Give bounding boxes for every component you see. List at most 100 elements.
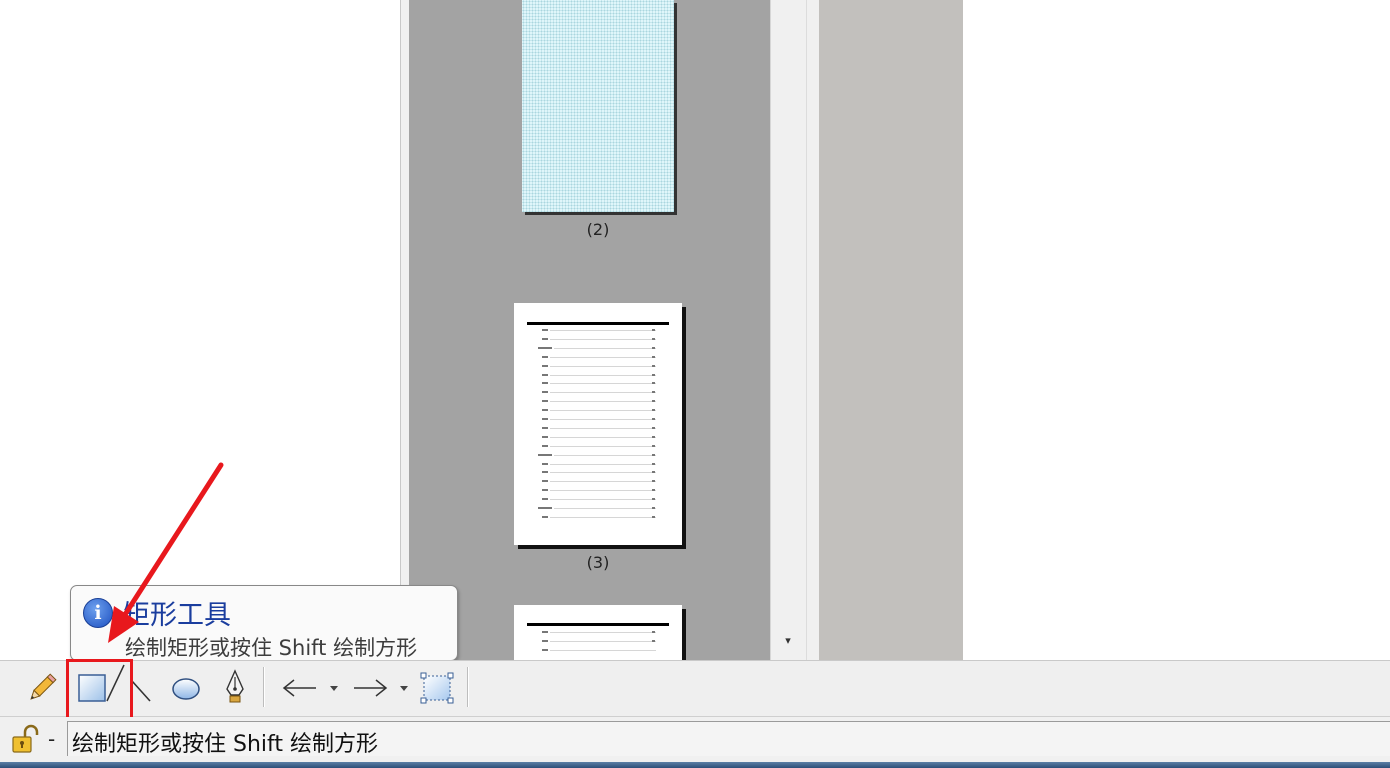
toc-leader bbox=[554, 348, 656, 349]
toc-page-number bbox=[652, 400, 655, 402]
selection-tool-button[interactable] bbox=[418, 661, 458, 713]
page-thumbnail-label: (2) bbox=[586, 220, 610, 239]
rectangle-tool-highlight bbox=[66, 659, 133, 721]
ellipse-tool-button[interactable] bbox=[168, 661, 204, 713]
tooltip-description: 绘制矩形或按住 Shift 绘制方形 bbox=[125, 636, 418, 660]
toc-entry bbox=[542, 329, 548, 331]
status-bar: - 绘制矩形或按住 Shift 绘制方形 bbox=[0, 717, 1390, 762]
toc-entry bbox=[542, 649, 548, 651]
toc-entry bbox=[542, 640, 548, 642]
chevron-down-icon bbox=[400, 686, 408, 691]
page-thumbnail-3[interactable] bbox=[514, 303, 682, 545]
toc-entry bbox=[538, 507, 552, 509]
scroll-down-arrow-icon[interactable]: ▾ bbox=[782, 635, 794, 646]
toc-entry bbox=[542, 374, 548, 376]
toc-leader bbox=[550, 330, 656, 331]
tooltip-title: 矩形工具 bbox=[123, 600, 231, 631]
vertical-scrollbar[interactable] bbox=[770, 0, 807, 660]
lock-open-icon[interactable] bbox=[10, 723, 40, 755]
toc-page-number bbox=[652, 418, 655, 420]
toolbar-separator bbox=[467, 667, 469, 707]
toc-leader bbox=[550, 490, 656, 491]
toc-leader bbox=[550, 472, 656, 473]
toc-page-number bbox=[652, 347, 655, 349]
info-icon: i bbox=[83, 598, 113, 628]
toc-entry bbox=[542, 365, 548, 367]
toc-entry bbox=[542, 436, 548, 438]
taskbar-edge bbox=[0, 762, 1390, 768]
toc-page-number bbox=[652, 391, 655, 393]
toc-page-number bbox=[652, 329, 655, 331]
arrow-right-tool-button[interactable] bbox=[352, 661, 412, 713]
toc-page-number bbox=[652, 374, 655, 376]
toc-leader bbox=[550, 517, 656, 518]
toc-entry bbox=[542, 400, 548, 402]
toc-entry bbox=[542, 471, 548, 473]
toc-page-number bbox=[652, 516, 655, 518]
toc-entry bbox=[542, 382, 548, 384]
toc-header-rule bbox=[527, 322, 669, 325]
toc-leader bbox=[550, 499, 656, 500]
page-thumbnail-2[interactable] bbox=[522, 0, 674, 212]
toc-leader bbox=[550, 437, 656, 438]
toc-leader bbox=[550, 632, 656, 633]
toc-entry bbox=[542, 391, 548, 393]
toc-page-number bbox=[652, 454, 655, 456]
toc-entry bbox=[542, 631, 548, 633]
arrow-left-icon bbox=[282, 679, 338, 697]
toc-page-number bbox=[652, 471, 655, 473]
splitter[interactable] bbox=[806, 0, 820, 660]
toc-page-number bbox=[652, 445, 655, 447]
toc-leader bbox=[554, 455, 656, 456]
status-message-box: 绘制矩形或按住 Shift 绘制方形 bbox=[67, 721, 1390, 757]
toc-header-rule bbox=[527, 623, 669, 626]
toc-leader bbox=[550, 481, 656, 482]
toc-page-number bbox=[652, 436, 655, 438]
arrow-right-icon bbox=[354, 679, 408, 697]
chevron-down-icon bbox=[330, 686, 338, 691]
toc-entry bbox=[542, 480, 548, 482]
toc-entry bbox=[542, 356, 548, 358]
toc-page-number bbox=[652, 427, 655, 429]
toc-entry bbox=[542, 427, 548, 429]
toolbar-separator bbox=[263, 667, 265, 707]
toc-page-number bbox=[652, 338, 655, 340]
toc-leader bbox=[550, 410, 656, 411]
toc-leader bbox=[550, 650, 656, 651]
toc-page-number bbox=[652, 631, 655, 633]
left-gutter bbox=[401, 0, 409, 660]
toc-leader bbox=[550, 392, 656, 393]
toc-entry bbox=[542, 418, 548, 420]
toc-leader bbox=[550, 339, 656, 340]
toc-entry bbox=[542, 445, 548, 447]
toc-page-number bbox=[652, 507, 655, 509]
pen-tool-button[interactable] bbox=[218, 661, 252, 713]
toc-entry bbox=[542, 463, 548, 465]
left-pane bbox=[0, 0, 401, 660]
toc-entry bbox=[538, 347, 552, 349]
pen-icon bbox=[226, 669, 244, 703]
selection-icon bbox=[420, 672, 454, 704]
toc-page-number bbox=[652, 409, 655, 411]
toc-page-number bbox=[652, 356, 655, 358]
toc-leader bbox=[550, 446, 656, 447]
toc-leader bbox=[550, 428, 656, 429]
toc-page-number bbox=[652, 382, 655, 384]
toc-entry bbox=[542, 409, 548, 411]
ellipse-icon bbox=[172, 678, 200, 700]
preview-page bbox=[963, 0, 1390, 660]
tooltip: i 矩形工具 绘制矩形或按住 Shift 绘制方形 bbox=[70, 585, 458, 661]
drawing-toolbar bbox=[0, 660, 1390, 717]
toc-page-number bbox=[652, 463, 655, 465]
toc-entry bbox=[538, 454, 552, 456]
pencil-tool-button[interactable] bbox=[20, 661, 62, 713]
toc-leader bbox=[550, 375, 656, 376]
status-separator: - bbox=[48, 727, 56, 751]
pencil-icon bbox=[30, 673, 57, 700]
toc-entry bbox=[542, 498, 548, 500]
toc-leader bbox=[550, 366, 656, 367]
toc-page-number bbox=[652, 480, 655, 482]
toc-entry bbox=[542, 516, 548, 518]
page-thumbnail-4[interactable] bbox=[514, 605, 682, 665]
arrow-left-tool-button[interactable] bbox=[280, 661, 340, 713]
